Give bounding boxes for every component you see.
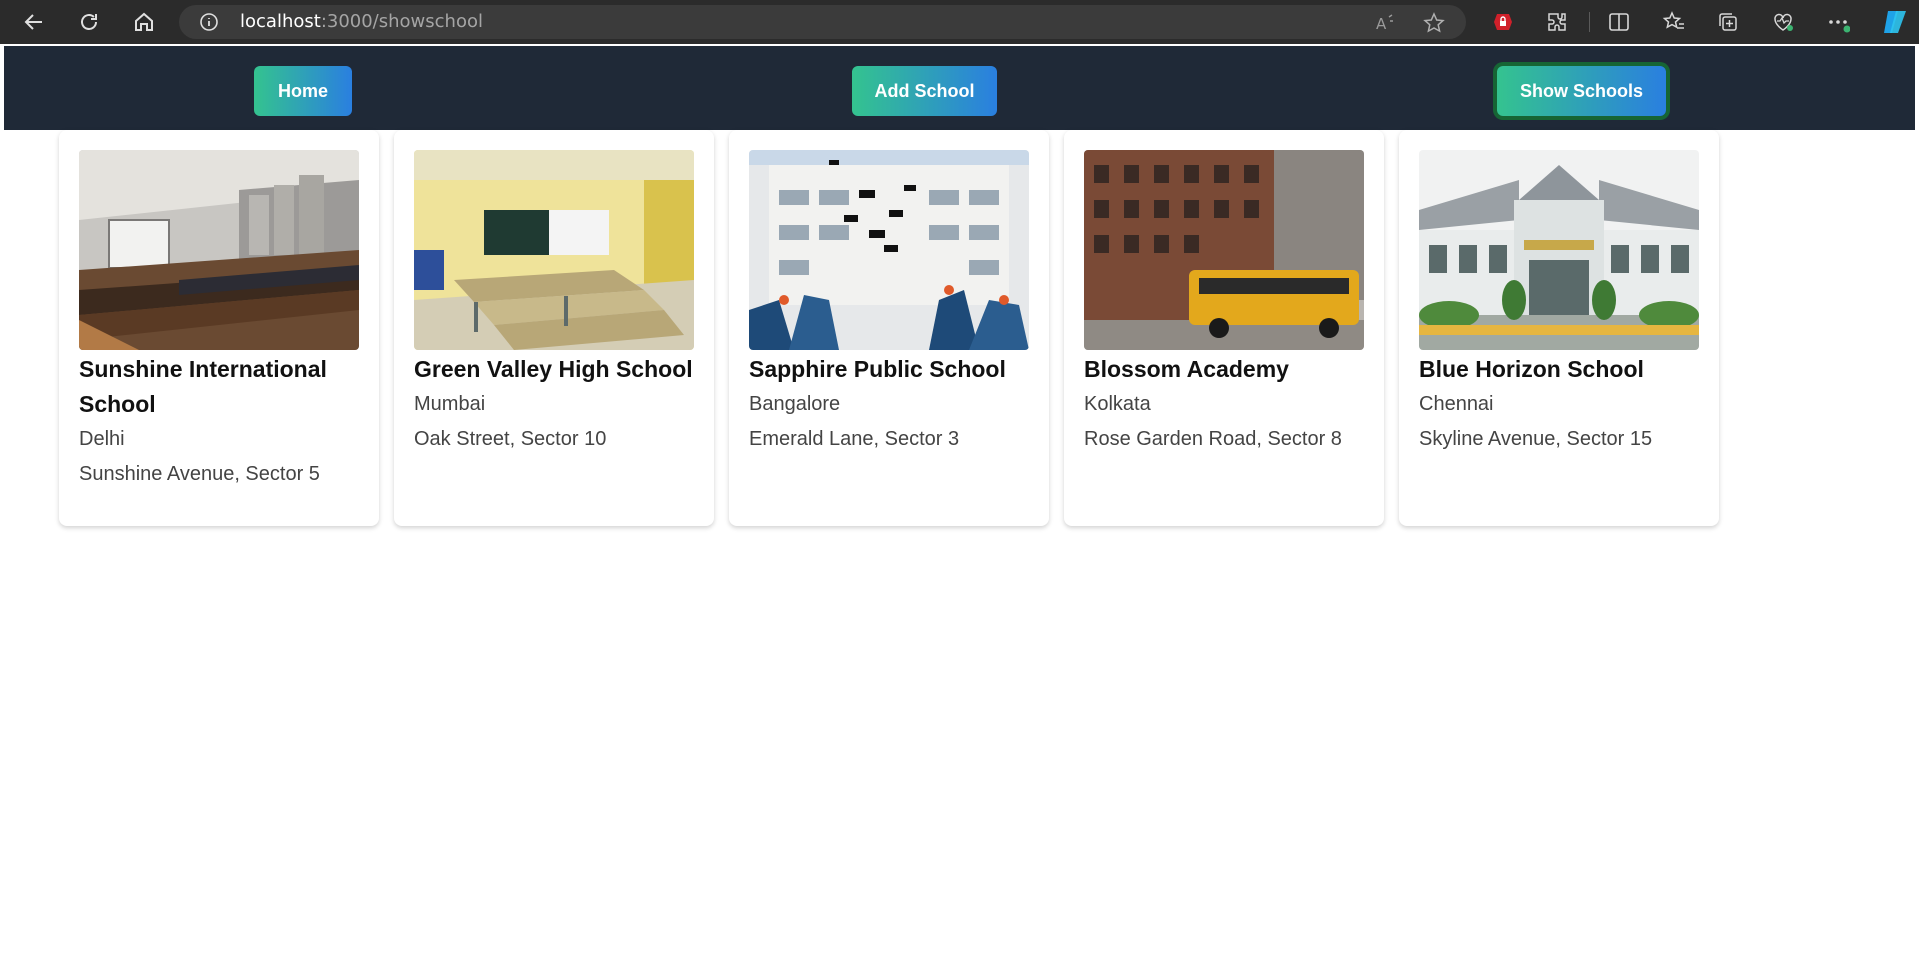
svg-text:A: A [1376,15,1387,33]
school-city: Kolkata [1084,393,1151,415]
school-address: Oak Street, Sector 10 [414,428,607,450]
more-options-icon[interactable] [1826,10,1850,34]
split-screen-icon[interactable] [1607,10,1631,34]
school-name: Sapphire Public School [749,356,1006,382]
favorites-icon[interactable] [1662,10,1686,34]
home-button[interactable]: Home [254,66,352,116]
graduation-image [749,150,1029,350]
read-aloud-icon[interactable]: A [1374,12,1396,34]
school-card[interactable]: Green Valley High School Mumbai Oak Stre… [394,130,714,526]
school-address: Emerald Lane, Sector 3 [749,428,960,450]
back-icon[interactable] [20,8,48,36]
show-schools-button[interactable]: Show Schools [1497,66,1666,116]
lecture-hall-image [79,150,359,350]
school-address: Sunshine Avenue, Sector 5 [79,463,320,485]
school-name: Blue Horizon School [1419,356,1644,382]
extension-lock-icon[interactable] [1491,10,1515,34]
browser-essentials-icon[interactable] [1771,10,1795,34]
classroom-image [414,150,694,350]
school-name: Green Valley High School [414,356,693,382]
school-city: Bangalore [749,393,841,415]
site-info-icon[interactable] [199,12,219,32]
refresh-icon[interactable] [75,8,103,36]
school-address: Rose Garden Road, Sector 8 [1084,428,1342,450]
browser-toolbar: localhost:3000/showschool A [0,0,1919,44]
favorite-star-icon[interactable] [1423,12,1445,34]
app-navbar: Home Add School Show Schools [4,46,1915,130]
school-bus-image [1084,150,1364,350]
toolbar-divider [1589,12,1590,32]
add-school-button[interactable]: Add School [852,66,997,116]
extensions-icon[interactable] [1545,10,1569,34]
school-card[interactable]: Blossom Academy Kolkata Rose Garden Road… [1064,130,1384,526]
page-content: Home Add School Show Schools Sunshine In… [4,46,1915,969]
school-card[interactable]: Blue Horizon School Chennai Skyline Aven… [1399,130,1719,526]
school-card[interactable]: Sunshine International School Delhi Suns… [59,130,379,526]
home-icon[interactable] [130,8,158,36]
url-text: localhost:3000/showschool [240,11,483,32]
school-address: Skyline Avenue, Sector 15 [1419,428,1653,450]
school-city: Delhi [79,428,125,450]
school-building-image [1419,150,1699,350]
school-city: Mumbai [414,393,486,415]
school-card[interactable]: Sapphire Public School Bangalore Emerald… [729,130,1049,526]
school-name: Sunshine International School [79,356,327,417]
copilot-icon[interactable] [1880,7,1910,37]
collections-icon[interactable] [1716,10,1740,34]
school-name: Blossom Academy [1084,356,1289,382]
address-bar[interactable]: localhost:3000/showschool A [179,5,1466,39]
school-city: Chennai [1419,393,1494,415]
